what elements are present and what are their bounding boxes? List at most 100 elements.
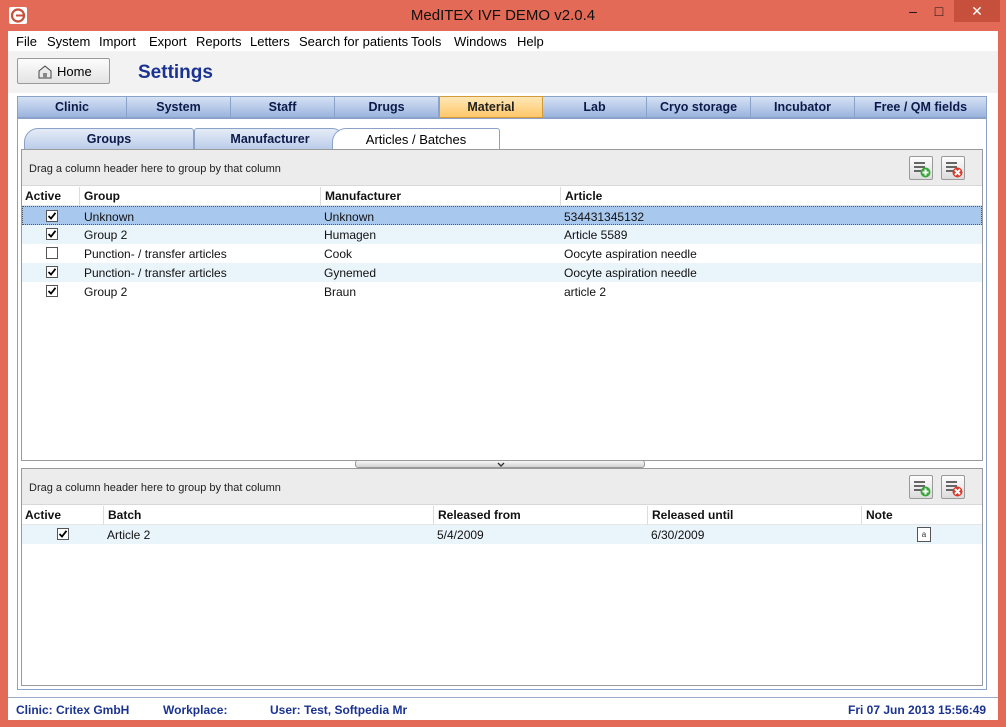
grid-splitter-handle[interactable] bbox=[355, 460, 645, 468]
group-by-panel[interactable]: Drag a column header here to group by th… bbox=[22, 150, 982, 186]
add-row-icon bbox=[914, 481, 931, 497]
tab-clinic[interactable]: Clinic bbox=[18, 97, 127, 117]
articles-header-row: Active Group Manufacturer Article bbox=[22, 187, 982, 206]
status-user: User: Test, Softpedia Mr bbox=[270, 703, 408, 717]
active-checkbox[interactable] bbox=[46, 210, 58, 222]
close-button[interactable]: ✕ bbox=[954, 0, 1000, 22]
menu-export[interactable]: Export bbox=[149, 34, 187, 49]
col-divider[interactable] bbox=[647, 506, 648, 525]
active-checkbox[interactable] bbox=[46, 266, 58, 278]
active-checkbox[interactable] bbox=[46, 247, 58, 259]
cell-group: Group 2 bbox=[84, 228, 128, 242]
table-row[interactable]: Article 2 5/4/2009 6/30/2009 a bbox=[22, 525, 982, 544]
table-row[interactable]: Unknown Unknown 534431345132 bbox=[22, 206, 982, 225]
cell-article: article 2 bbox=[564, 285, 607, 299]
cell-manufacturer: Humagen bbox=[324, 228, 377, 242]
tab-free-qm-fields[interactable]: Free / QM fields bbox=[855, 97, 986, 117]
col-divider[interactable] bbox=[79, 187, 80, 206]
menu-reports[interactable]: Reports bbox=[196, 34, 242, 49]
add-batch-button[interactable] bbox=[909, 475, 933, 499]
cell-group: Punction- / transfer articles bbox=[84, 266, 227, 280]
tab-cryo-storage[interactable]: Cryo storage bbox=[647, 97, 751, 117]
maximize-button[interactable]: □ bbox=[926, 0, 952, 22]
batches-header-row: Active Batch Released from Released unti… bbox=[22, 506, 982, 525]
menu-windows[interactable]: Windows bbox=[454, 34, 507, 49]
col-note[interactable]: Note bbox=[866, 508, 893, 522]
cell-manufacturer: Unknown bbox=[324, 210, 375, 224]
table-row[interactable]: Punction- / transfer articles Cook Oocyt… bbox=[22, 244, 982, 263]
col-divider[interactable] bbox=[560, 187, 561, 206]
page-title: Settings bbox=[138, 62, 213, 83]
col-article[interactable]: Article bbox=[565, 189, 602, 203]
cell-article: Oocyte aspiration needle bbox=[564, 266, 697, 280]
tab-incubator[interactable]: Incubator bbox=[751, 97, 855, 117]
home-button[interactable]: Home bbox=[17, 58, 110, 84]
cell-group: Group 2 bbox=[84, 285, 128, 299]
app-window: MedITEX IVF DEMO v2.0.4 ‒ □ ✕ File Syste… bbox=[0, 0, 1006, 727]
col-batch[interactable]: Batch bbox=[108, 508, 141, 522]
articles-grid: Drag a column header here to group by th… bbox=[21, 149, 983, 461]
table-row[interactable]: Group 2 Humagen Article 5589 bbox=[22, 225, 982, 244]
material-panel: Groups Manufacturer Articles / Batches D… bbox=[17, 118, 987, 690]
col-divider[interactable] bbox=[103, 506, 104, 525]
status-workplace: Workplace: bbox=[163, 703, 228, 717]
add-article-button[interactable] bbox=[909, 156, 933, 180]
active-checkbox[interactable] bbox=[46, 228, 58, 240]
cell-article: Article 5589 bbox=[564, 228, 628, 242]
tab-system[interactable]: System bbox=[127, 97, 231, 117]
col-manufacturer[interactable]: Manufacturer bbox=[325, 189, 401, 203]
delete-row-icon bbox=[946, 162, 963, 178]
status-clinic: Clinic: Critex GmbH bbox=[16, 703, 130, 717]
cell-group: Punction- / transfer articles bbox=[84, 247, 227, 261]
subtab-manufacturer[interactable]: Manufacturer bbox=[194, 128, 346, 150]
cell-released-until: 6/30/2009 bbox=[651, 528, 705, 542]
toolbar: Home Settings bbox=[8, 51, 998, 93]
home-button-label: Home bbox=[57, 64, 92, 79]
sub-tab-bar: Groups Manufacturer Articles / Batches bbox=[18, 119, 986, 150]
table-row[interactable]: Punction- / transfer articles Gynemed Oo… bbox=[22, 263, 982, 282]
cell-manufacturer: Cook bbox=[324, 247, 353, 261]
home-icon bbox=[37, 64, 53, 82]
col-divider[interactable] bbox=[861, 506, 862, 525]
menu-file[interactable]: File bbox=[16, 34, 37, 49]
title-bar[interactable]: MedITEX IVF DEMO v2.0.4 ‒ □ ✕ bbox=[0, 0, 1006, 31]
group-by-hint: Drag a column header here to group by th… bbox=[29, 163, 281, 175]
table-row[interactable]: Group 2 Braun article 2 bbox=[22, 282, 982, 301]
tab-staff[interactable]: Staff bbox=[231, 97, 335, 117]
active-checkbox[interactable] bbox=[57, 528, 69, 540]
delete-batch-button[interactable] bbox=[941, 475, 965, 499]
cell-released-from: 5/4/2009 bbox=[437, 528, 484, 542]
col-released-until[interactable]: Released until bbox=[652, 508, 733, 522]
menu-search-patients[interactable]: Search for patients bbox=[299, 34, 408, 49]
menu-bar: File System Import Export Reports Letter… bbox=[8, 31, 998, 51]
menu-letters[interactable]: Letters bbox=[250, 34, 290, 49]
tab-material[interactable]: Material bbox=[439, 96, 543, 118]
cell-group: Unknown bbox=[84, 210, 135, 224]
subtab-articles-batches[interactable]: Articles / Batches bbox=[332, 128, 500, 150]
menu-help[interactable]: Help bbox=[517, 34, 544, 49]
status-datetime: Fri 07 Jun 2013 15:56:49 bbox=[848, 703, 987, 717]
col-divider[interactable] bbox=[433, 506, 434, 525]
cell-batch: Article 2 bbox=[107, 528, 151, 542]
menu-tools[interactable]: Tools bbox=[411, 34, 441, 49]
client-area: File System Import Export Reports Letter… bbox=[8, 31, 998, 720]
tab-lab[interactable]: Lab bbox=[543, 97, 647, 117]
col-active[interactable]: Active bbox=[25, 189, 61, 203]
menu-system[interactable]: System bbox=[47, 34, 90, 49]
col-active[interactable]: Active bbox=[25, 508, 61, 522]
cell-manufacturer: Gynemed bbox=[324, 266, 377, 280]
add-row-icon bbox=[914, 162, 931, 178]
group-by-hint: Drag a column header here to group by th… bbox=[29, 482, 281, 494]
col-divider[interactable] bbox=[320, 187, 321, 206]
menu-import[interactable]: Import bbox=[99, 34, 136, 49]
col-released-from[interactable]: Released from bbox=[438, 508, 521, 522]
minimize-button[interactable]: ‒ bbox=[900, 0, 926, 22]
delete-article-button[interactable] bbox=[941, 156, 965, 180]
note-icon[interactable]: a bbox=[917, 527, 931, 542]
cell-article: 534431345132 bbox=[564, 210, 645, 224]
active-checkbox[interactable] bbox=[46, 285, 58, 297]
tab-drugs[interactable]: Drugs bbox=[335, 97, 439, 117]
subtab-groups[interactable]: Groups bbox=[24, 128, 194, 150]
group-by-panel[interactable]: Drag a column header here to group by th… bbox=[22, 469, 982, 505]
col-group[interactable]: Group bbox=[84, 189, 120, 203]
